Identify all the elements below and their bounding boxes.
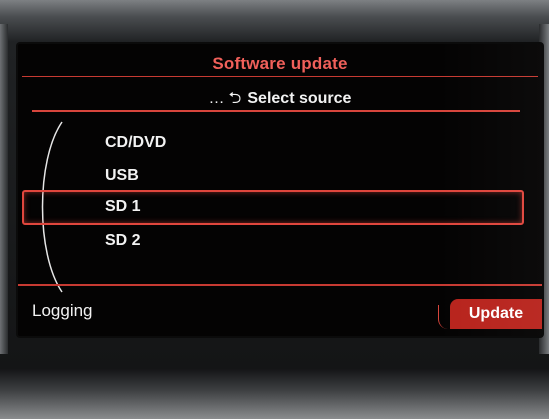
- bezel-edge-left: [0, 24, 8, 354]
- subheader-divider: [32, 110, 520, 112]
- list-item-cd-dvd[interactable]: CD/DVD: [18, 126, 542, 159]
- list-item-label: CD/DVD: [105, 134, 167, 151]
- update-softkey[interactable]: Update: [438, 299, 542, 329]
- page-title: Software update: [212, 54, 348, 73]
- breadcrumb-ellipsis: …: [208, 90, 225, 107]
- list-item-sd1[interactable]: SD 1: [18, 190, 542, 225]
- list-item-label: USB: [105, 167, 139, 184]
- list-item-usb[interactable]: USB: [18, 159, 542, 192]
- list-item-sd2[interactable]: SD 2: [18, 224, 542, 257]
- softkey-divider: [18, 284, 542, 286]
- list-item-label: SD 2: [105, 232, 141, 249]
- selection-highlight: [22, 190, 524, 225]
- list-item-label: SD 1: [105, 198, 141, 215]
- breadcrumb-label: Select source: [247, 90, 352, 107]
- logging-softkey[interactable]: Logging: [32, 301, 93, 321]
- title-divider: [22, 76, 538, 77]
- display-screen: Software update … ⮌ Select source CD/DVD U…: [18, 44, 542, 336]
- back-arrow-icon[interactable]: ⮌: [229, 90, 242, 107]
